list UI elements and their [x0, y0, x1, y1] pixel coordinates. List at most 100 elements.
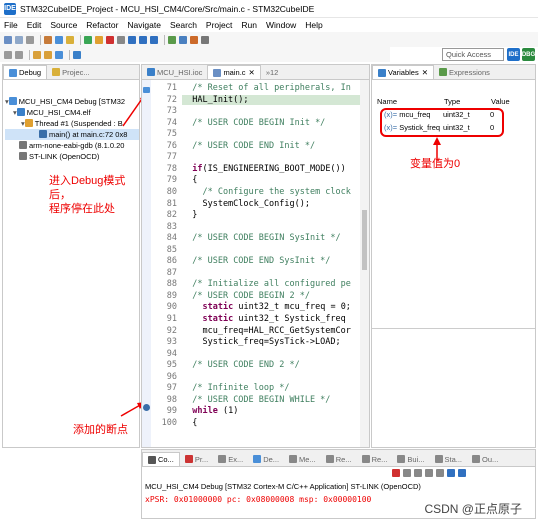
tab-debugger-console[interactable]: De... [248, 452, 284, 466]
code-line[interactable]: /* Reset of all peripherals, In [182, 83, 360, 93]
debug-config-icon[interactable] [55, 35, 63, 44]
code-line[interactable]: { [182, 418, 360, 428]
tab-expressions[interactable]: Expressions [434, 65, 495, 79]
code-line[interactable]: /* Initialize all configured pe [182, 279, 360, 289]
code-line[interactable]: SystemClock_Config(); [182, 199, 360, 209]
next-annotation-icon[interactable] [4, 50, 12, 59]
step-over-icon[interactable] [139, 35, 147, 44]
menu-search[interactable]: Search [170, 20, 197, 30]
editor-scrollbar[interactable] [360, 80, 369, 447]
tab-overflow[interactable]: »12 [261, 65, 284, 79]
menu-file[interactable]: File [4, 20, 18, 30]
code-token: /* USER CODE END 2 */ [192, 360, 300, 371]
perspective-debug-icon[interactable]: DBG [522, 48, 535, 61]
breakpoint-icon[interactable] [143, 404, 150, 411]
tab-static-stack[interactable]: Sta... [430, 452, 468, 466]
tree-item[interactable]: arm-none-eabi-gdb (8.1.0.20 [5, 140, 139, 151]
search-icon[interactable] [201, 35, 209, 44]
code-line[interactable]: /* Infinite loop */ [182, 383, 360, 393]
menu-source[interactable]: Source [50, 20, 77, 30]
save-icon[interactable] [15, 35, 23, 44]
prev-annotation-icon[interactable] [15, 50, 23, 59]
tab-registers-2[interactable]: Re... [357, 452, 393, 466]
tab-outline[interactable]: Ou... [467, 452, 503, 466]
breakpoint-gutter[interactable] [142, 80, 151, 447]
tab-ioc[interactable]: MCU_HSI.ioc [142, 65, 207, 79]
scroll-lock-icon[interactable] [425, 469, 433, 477]
menu-navigate[interactable]: Navigate [127, 20, 161, 30]
tree-item[interactable]: ▾ MCU_HSI_CM4 Debug [STM32 [5, 96, 139, 107]
code-line[interactable]: } [182, 210, 360, 220]
close-icon[interactable]: ✕ [249, 68, 255, 77]
clear-console-icon[interactable] [414, 469, 422, 477]
code-token: /* USER CODE END Init */ [192, 140, 316, 151]
menu-refactor[interactable]: Refactor [86, 20, 118, 30]
run-icon[interactable] [168, 35, 176, 44]
terminate-icon[interactable] [106, 35, 114, 44]
folder-icon[interactable] [66, 35, 74, 44]
code-area[interactable]: /* Reset of all peripherals, In HAL_Init… [182, 80, 360, 447]
step-into-icon[interactable] [128, 35, 136, 44]
tab-console[interactable]: Co... [142, 452, 180, 466]
new-icon[interactable] [4, 35, 12, 44]
code-line[interactable]: /* USER CODE BEGIN SysInit */ [182, 233, 360, 243]
menu-project[interactable]: Project [206, 20, 232, 30]
remove-launch-icon[interactable] [403, 469, 411, 477]
pin-console-icon[interactable] [436, 469, 444, 477]
external-tools-icon[interactable] [190, 35, 198, 44]
tab-registers[interactable]: Re... [321, 452, 357, 466]
tree-item[interactable]: ▾ Thread #1 (Suspended : B [5, 118, 139, 129]
tree-item[interactable]: ▾ MCU_HSI_CM4.elf [5, 107, 139, 118]
back-icon[interactable] [33, 50, 41, 59]
code-line[interactable]: /* Configure the system clock [182, 187, 360, 197]
step-return-icon[interactable] [150, 35, 158, 44]
open-console-icon[interactable] [458, 469, 466, 477]
code-line[interactable]: /* USER CODE BEGIN Init */ [182, 118, 360, 128]
debug-icon[interactable] [179, 35, 187, 44]
build-icon[interactable] [44, 35, 52, 44]
code-line[interactable]: /* USER CODE END Init */ [182, 141, 360, 151]
tab-build-analyzer[interactable]: Bui... [392, 452, 429, 466]
tab-memory[interactable]: Me... [284, 452, 321, 466]
code-line[interactable]: static uint32_t mcu_freq = 0; [182, 302, 360, 312]
code-line[interactable]: /* USER CODE BEGIN 2 */ [182, 291, 360, 301]
code-line[interactable]: Systick_freq=SysTick->LOAD; [182, 337, 360, 347]
menu-window[interactable]: Window [266, 20, 296, 30]
column-name[interactable]: Name [377, 97, 397, 106]
column-value[interactable]: Value [491, 97, 510, 106]
tab-variables[interactable]: Variables ✕ [372, 65, 435, 79]
current-line[interactable]: HAL_Init(); [182, 94, 360, 105]
save-all-icon[interactable] [26, 35, 34, 44]
suspend-icon[interactable] [95, 35, 103, 44]
code-line[interactable]: /* USER CODE BEGIN WHILE */ [182, 395, 360, 405]
menu-help[interactable]: Help [305, 20, 322, 30]
tab-main-c[interactable]: main.c ✕ [207, 65, 261, 79]
menu-edit[interactable]: Edit [27, 20, 42, 30]
code-line[interactable]: /* USER CODE END 2 */ [182, 360, 360, 370]
quick-access-input[interactable]: Quick Access [442, 48, 504, 61]
tab-project-explorer[interactable]: Projec... [47, 65, 95, 79]
perspective-icon[interactable] [55, 50, 63, 59]
scrollbar-thumb[interactable] [362, 210, 367, 270]
menu-run[interactable]: Run [241, 20, 257, 30]
code-line[interactable]: static uint32_t Systick_freq [182, 314, 360, 324]
forward-icon[interactable] [44, 50, 52, 59]
code-line[interactable]: while (1) [182, 406, 360, 416]
column-type[interactable]: Type [444, 97, 460, 106]
perspective-ide-icon[interactable]: IDE [507, 48, 520, 61]
close-icon[interactable]: ✕ [422, 68, 428, 77]
tab-executables[interactable]: Ex... [213, 452, 248, 466]
code-line[interactable]: { [182, 175, 360, 185]
tab-problems[interactable]: Pr... [180, 452, 213, 466]
code-line[interactable]: mcu_freq=HAL_RCC_GetSystemCor [182, 326, 360, 336]
code-line[interactable]: if(IS_ENGINEERING_BOOT_MODE()) [182, 164, 360, 174]
code-line[interactable]: /* USER CODE END SysInit */ [182, 256, 360, 266]
terminate-icon[interactable] [392, 469, 400, 477]
disconnect-icon[interactable] [117, 35, 125, 44]
tab-debug[interactable]: Debug [3, 65, 48, 79]
tree-item-selected[interactable]: main() at main.c:72 0x8 [5, 129, 139, 140]
resume-icon[interactable] [84, 35, 92, 44]
info-icon[interactable] [73, 50, 81, 59]
display-console-icon[interactable] [447, 469, 455, 477]
tree-item[interactable]: ST-LINK (OpenOCD) [5, 151, 139, 162]
